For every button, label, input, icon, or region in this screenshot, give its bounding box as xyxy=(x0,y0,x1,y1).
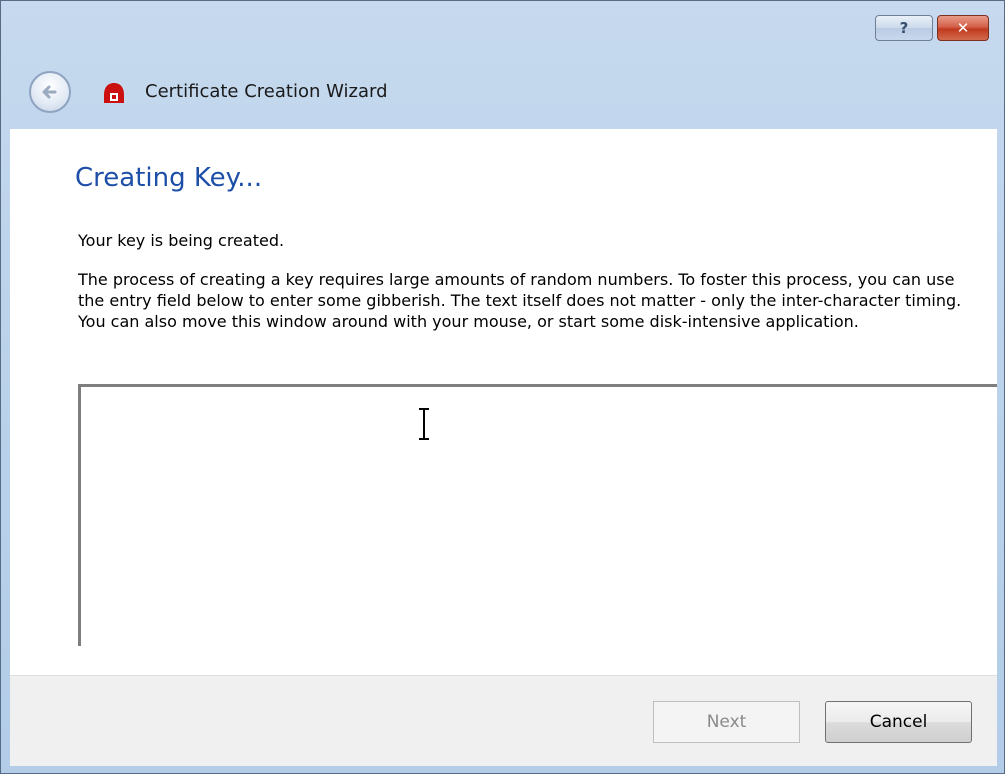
page-title: Creating Key... xyxy=(75,163,263,193)
window-title: Certificate Creation Wizard xyxy=(145,81,388,102)
description-text: The process of creating a key requires l… xyxy=(78,270,962,331)
cancel-button[interactable]: Cancel xyxy=(825,701,972,743)
content-panel: Creating Key... Your key is being create… xyxy=(10,129,997,675)
text-cursor-icon xyxy=(419,408,429,440)
close-button[interactable]: ✕ xyxy=(937,15,989,41)
back-button[interactable] xyxy=(29,71,71,113)
back-arrow-icon xyxy=(42,85,57,99)
wizard-window: ? ✕ Certificate Creation Wizard Creating… xyxy=(0,0,1005,774)
help-button[interactable]: ? xyxy=(875,15,933,41)
close-icon: ✕ xyxy=(956,19,970,37)
help-icon: ? xyxy=(899,19,909,37)
caption-buttons: ? ✕ xyxy=(875,15,989,41)
button-bar: Next Cancel xyxy=(10,675,997,766)
intro-text: Your key is being created. xyxy=(78,231,285,250)
certificate-icon xyxy=(104,83,124,103)
next-button[interactable]: Next xyxy=(653,701,800,743)
entropy-entry-field[interactable] xyxy=(78,384,997,646)
